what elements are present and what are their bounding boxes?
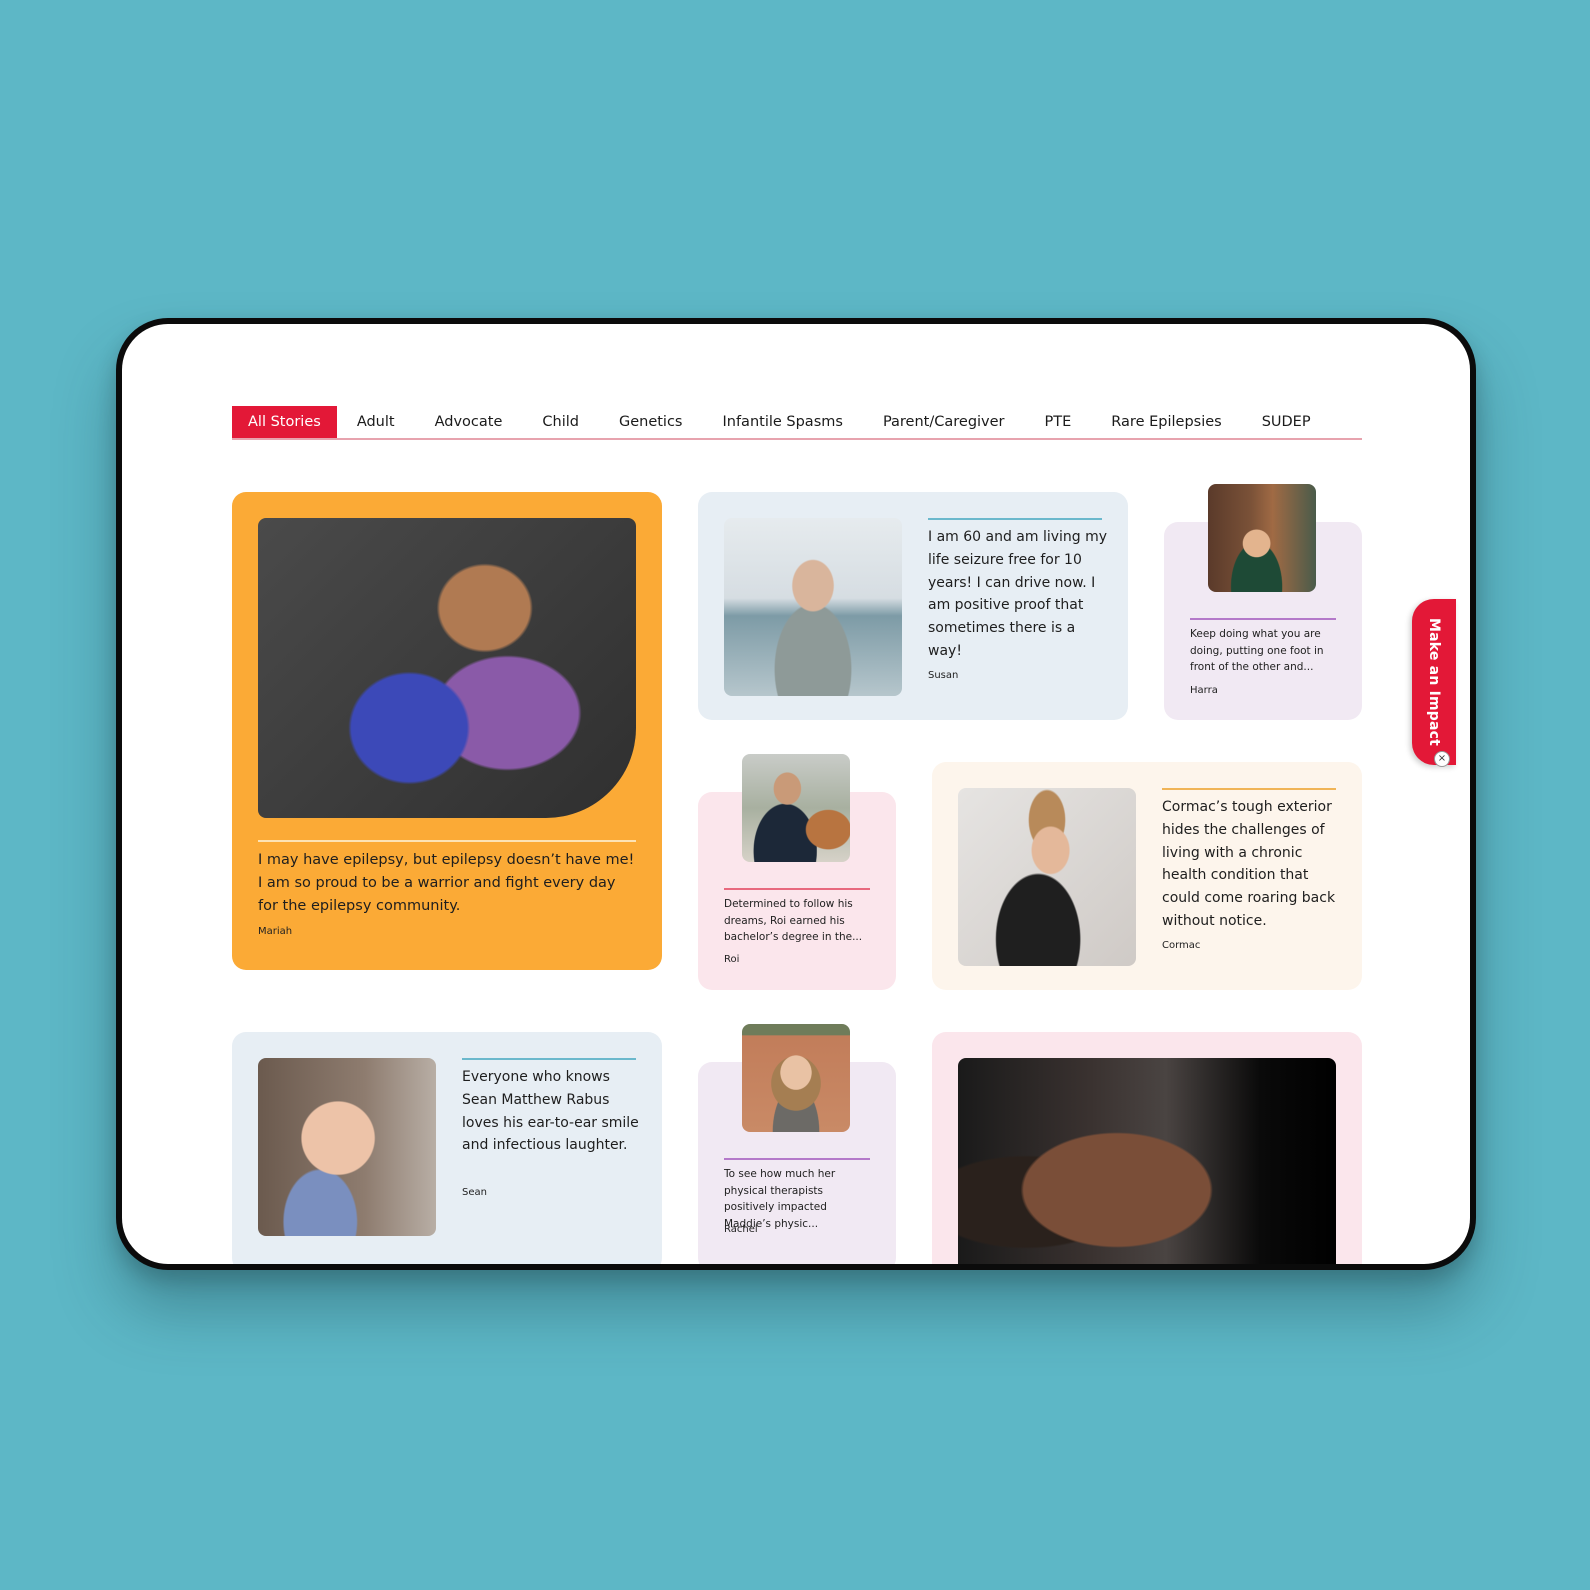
- tablet-frame: All Stories Adult Advocate Child Genetic…: [116, 318, 1476, 1270]
- story-card-portrait[interactable]: [932, 1032, 1362, 1264]
- tab-adult[interactable]: Adult: [337, 406, 415, 438]
- smiling-young-woman-photo: [742, 1024, 850, 1132]
- tab-pte[interactable]: PTE: [1025, 406, 1092, 438]
- divider: [1162, 788, 1336, 790]
- make-an-impact-label: Make an Impact: [1426, 617, 1442, 747]
- boy-in-green-shirt-photo: [1208, 484, 1316, 592]
- category-tabs: All Stories Adult Advocate Child Genetic…: [232, 406, 1362, 440]
- older-woman-portrait-photo: [958, 1058, 1336, 1264]
- story-card-cormac[interactable]: Cormac’s tough exterior hides the challe…: [932, 762, 1362, 990]
- story-quote: Keep doing what you are doing, putting o…: [1190, 628, 1324, 673]
- divider: [258, 840, 636, 842]
- woman-with-sash-reading-book-photo: [258, 518, 636, 818]
- tab-parent-caregiver[interactable]: Parent/Caregiver: [863, 406, 1025, 438]
- divider: [724, 1158, 870, 1160]
- story-card-sean[interactable]: Everyone who knows Sean Matthew Rabus lo…: [232, 1032, 662, 1264]
- tab-infantile-spasms[interactable]: Infantile Spasms: [702, 406, 862, 438]
- divider: [462, 1058, 636, 1060]
- story-quote: I may have epilepsy, but epilepsy doesn’…: [258, 852, 635, 914]
- make-an-impact-tab[interactable]: Make an Impact: [1412, 599, 1456, 765]
- story-quote: Determined to follow his dreams, Roi ear…: [724, 898, 863, 943]
- story-quote: Everyone who knows Sean Matthew Rabus lo…: [462, 1069, 639, 1154]
- divider: [928, 518, 1102, 520]
- story-card-susan[interactable]: I am 60 and am living my life seizure fr…: [698, 492, 1128, 720]
- young-man-with-violin-photo: [742, 754, 850, 862]
- woman-at-beach-photo: [724, 518, 902, 696]
- story-quote: To see how much her physical therapists …: [724, 1168, 836, 1230]
- story-author: Rachel: [724, 1224, 758, 1235]
- divider: [1190, 618, 1336, 620]
- divider: [724, 888, 870, 890]
- tab-rare-epilepsies[interactable]: Rare Epilepsies: [1091, 406, 1241, 438]
- story-author: Sean: [462, 1187, 487, 1198]
- story-author: Susan: [928, 670, 959, 681]
- story-quote: I am 60 and am living my life seizure fr…: [928, 529, 1108, 659]
- tab-all-stories[interactable]: All Stories: [232, 406, 337, 438]
- close-icon[interactable]: ×: [1434, 751, 1450, 767]
- boy-with-eeg-electrodes-photo: [958, 788, 1136, 966]
- tab-child[interactable]: Child: [522, 406, 599, 438]
- story-author: Harra: [1190, 685, 1218, 696]
- tab-advocate[interactable]: Advocate: [415, 406, 523, 438]
- story-author: Mariah: [258, 926, 293, 937]
- story-quote: Cormac’s tough exterior hides the challe…: [1162, 799, 1336, 929]
- smiling-toddler-photo: [258, 1058, 436, 1236]
- story-card-mariah[interactable]: I may have epilepsy, but epilepsy doesn’…: [232, 492, 662, 970]
- tab-genetics[interactable]: Genetics: [599, 406, 703, 438]
- story-author: Cormac: [1162, 940, 1201, 951]
- screen: All Stories Adult Advocate Child Genetic…: [122, 324, 1470, 1264]
- story-author: Roi: [724, 954, 740, 965]
- tab-sudep[interactable]: SUDEP: [1242, 406, 1331, 438]
